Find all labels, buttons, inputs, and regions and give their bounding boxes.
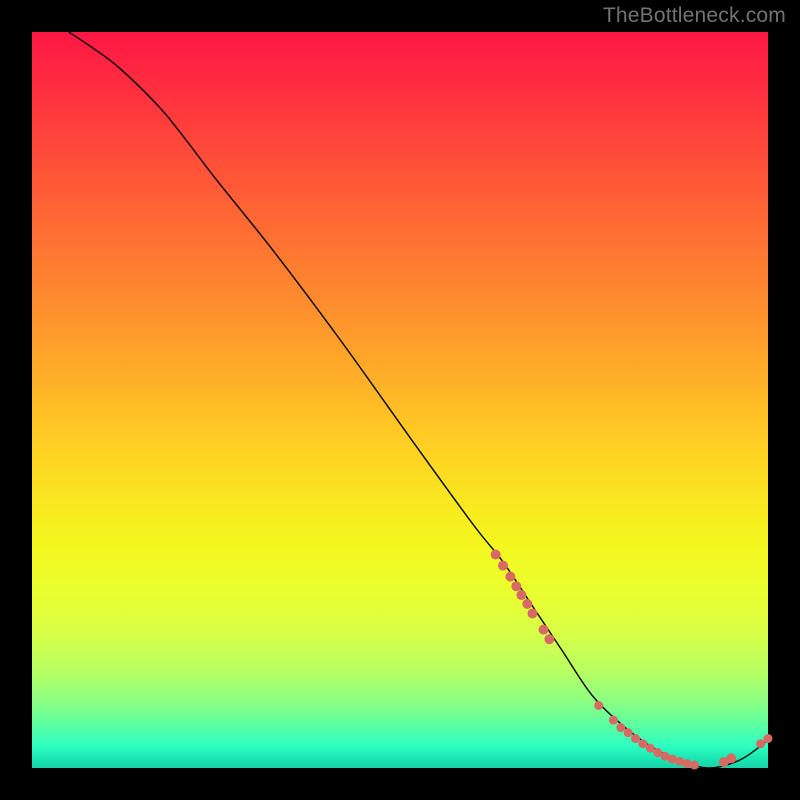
marker-point [516, 590, 526, 600]
marker-point [522, 599, 532, 609]
marker-point [690, 761, 699, 770]
marker-point [594, 701, 603, 710]
marker-point [539, 625, 549, 635]
marker-point [544, 634, 554, 644]
marker-point [726, 753, 736, 763]
chart-svg [32, 32, 768, 768]
watermark-text: TheBottleneck.com [603, 4, 786, 28]
marker-point [491, 550, 501, 560]
marker-point [511, 581, 521, 591]
marker-point [498, 561, 508, 571]
marker-point [616, 723, 625, 732]
plot-area [32, 32, 768, 768]
marker-point [527, 608, 537, 618]
bottleneck-curve [69, 32, 768, 768]
marker-point [631, 734, 640, 743]
marker-point [609, 716, 618, 725]
marker-point [756, 739, 765, 748]
markers-group [491, 550, 773, 770]
marker-point [505, 572, 515, 582]
chart-frame: TheBottleneck.com [0, 0, 800, 800]
marker-point [624, 728, 633, 737]
marker-point [764, 734, 773, 743]
